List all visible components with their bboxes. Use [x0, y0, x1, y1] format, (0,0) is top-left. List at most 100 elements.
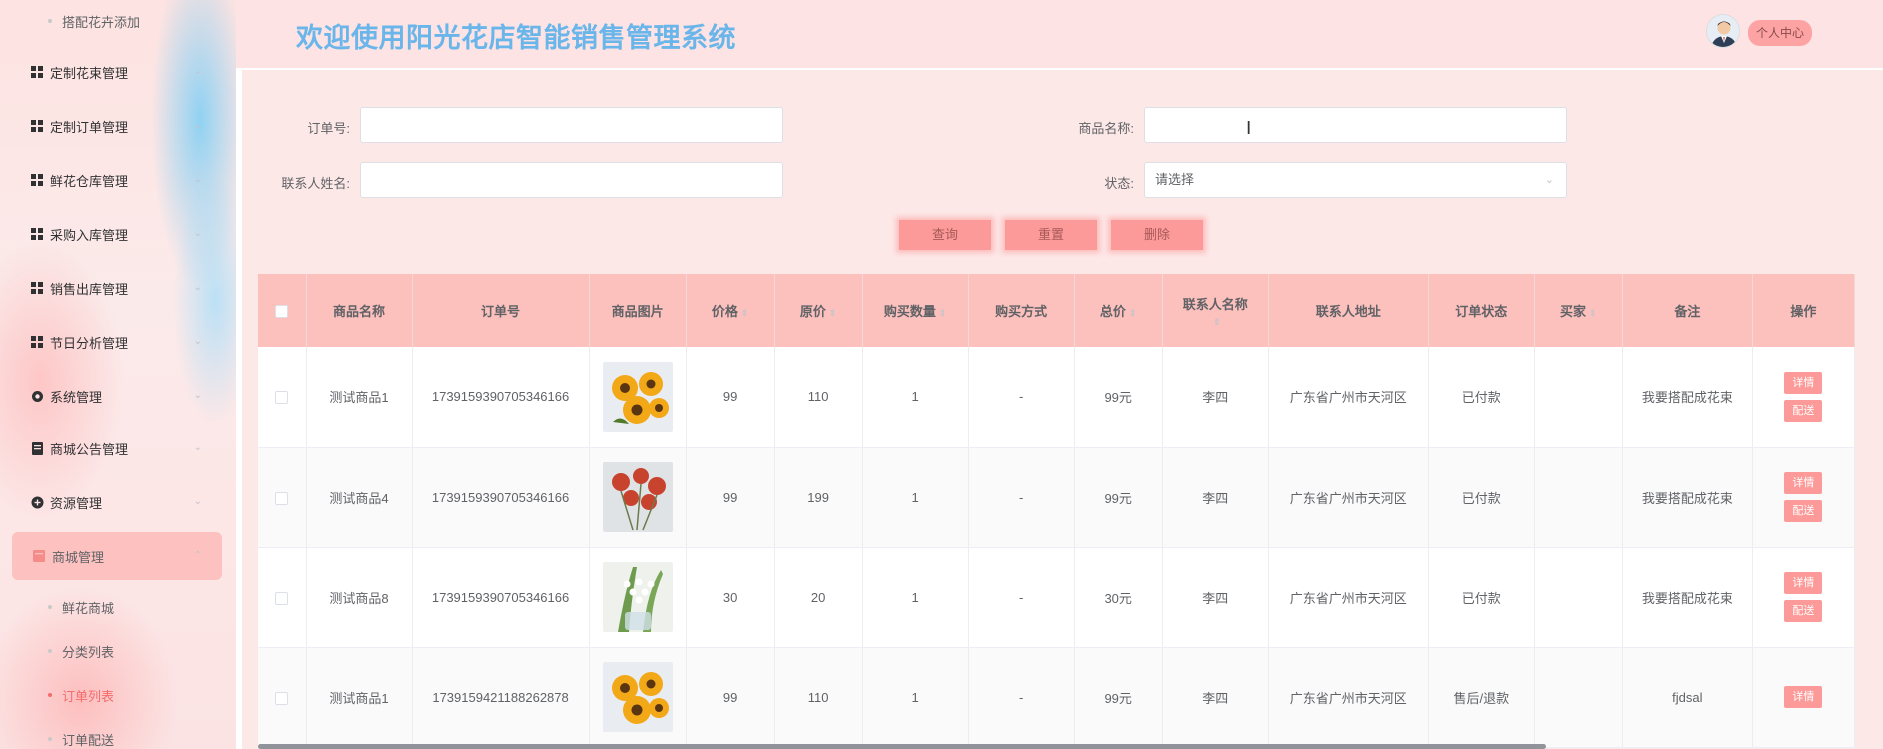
sidebar-subitem-label: 订单列表 — [62, 688, 115, 704]
lily-of-valley-image[interactable] — [602, 562, 673, 632]
chevron-down-icon: ⌄ — [193, 496, 202, 507]
cell-purchase-method: - — [968, 647, 1075, 748]
red-roses-image[interactable] — [602, 462, 673, 532]
sidebar-subitem-order-list[interactable]: 订单列表 — [0, 678, 236, 712]
cell-actions: 详情 配送 — [1752, 447, 1856, 548]
col-image: 商品图片 — [589, 274, 687, 347]
cell-order-no: 1739159390705346166 — [412, 447, 590, 548]
cell-purchase-method: - — [968, 347, 1075, 448]
cell-status: 已付款 — [1428, 447, 1535, 548]
cell-address: 广东省广州市天河区 — [1268, 547, 1429, 648]
avatar[interactable] — [1706, 14, 1740, 48]
sort-icon[interactable]: ⇕ — [939, 308, 947, 318]
col-original-price[interactable]: 原价 ⇕ — [774, 274, 863, 347]
grid-icon — [30, 119, 44, 133]
sidebar-item-sales-out[interactable]: 销售出库管理 ⌄ — [0, 268, 236, 308]
sidebar-item-label: 鲜花仓库管理 — [50, 173, 129, 189]
row-checkbox[interactable] — [275, 591, 289, 605]
col-quantity[interactable]: 购买数量 ⇕ — [862, 274, 969, 347]
ship-button[interactable]: 配送 — [1784, 500, 1823, 522]
plus-circle-icon — [30, 495, 44, 509]
col-total[interactable]: 总价 ⇕ — [1074, 274, 1163, 347]
product-name-input[interactable] — [1144, 107, 1567, 143]
sunflower-image[interactable] — [602, 361, 673, 432]
cell-actions: 详情 配送 — [1752, 347, 1856, 448]
contact-name-input[interactable] — [360, 162, 783, 198]
sidebar-subitem-flower-add[interactable]: 搭配花卉添加 — [0, 4, 236, 38]
sidebar-item-purchase[interactable]: 采购入库管理 ⌄ — [0, 214, 236, 254]
row-select-cell[interactable] — [258, 547, 307, 648]
detail-button[interactable]: 详情 — [1784, 371, 1823, 394]
ship-button[interactable]: 配送 — [1784, 600, 1823, 622]
chevron-down-icon: ⌄ — [193, 120, 202, 131]
status-select-value: 请选择 — [1155, 172, 1195, 187]
row-checkbox[interactable] — [275, 691, 289, 705]
sort-icon[interactable]: ⇕ — [741, 308, 749, 318]
row-select-cell[interactable] — [258, 347, 307, 448]
row-select-cell[interactable] — [258, 647, 307, 748]
sort-icon[interactable]: ⇕ — [1589, 308, 1597, 318]
sidebar-subitem-category-list[interactable]: 分类列表 — [0, 634, 236, 668]
order-table: 商品名称 订单号 商品图片 价格 ⇕ 原价 ⇕ 购买数量 ⇕ 购买方式 总价 ⇕ 联系人… — [258, 274, 1856, 748]
order-no-input[interactable] — [360, 107, 783, 143]
sidebar-item-resources[interactable]: 资源管理 ⌄ — [0, 482, 236, 522]
table-row: 测试商品1 1739159421188262878 99 110 1 - 99元… — [258, 647, 1856, 748]
detail-button[interactable]: 详情 — [1784, 686, 1823, 708]
sidebar-item-warehouse[interactable]: 鲜花仓库管理 ⌄ — [0, 160, 236, 200]
status-select[interactable]: 请选择 ⌄ — [1144, 162, 1567, 198]
cell-total: 30元 — [1074, 547, 1163, 648]
cell-original-price: 199 — [774, 447, 863, 548]
col-buyer-label: 买家 — [1560, 304, 1587, 319]
select-all-checkbox[interactable] — [275, 305, 289, 319]
row-select-cell[interactable] — [258, 447, 307, 548]
row-checkbox[interactable] — [275, 491, 289, 505]
sort-icon[interactable]: ⇕ — [1129, 308, 1137, 318]
grid-icon — [30, 227, 44, 241]
detail-button[interactable]: 详情 — [1784, 572, 1823, 594]
sidebar-item-holiday-analysis[interactable]: 节日分析管理 ⌄ — [0, 322, 236, 362]
sidebar-item-system[interactable]: 系统管理 ⌄ — [0, 376, 236, 416]
sidebar-subitem-order-delivery[interactable]: 订单配送 — [0, 722, 236, 749]
cell-contact-name: 李四 — [1162, 447, 1269, 548]
sidebar-item-custom-bouquet[interactable]: 定制花束管理 ⌄ — [0, 52, 236, 92]
sidebar-item-label: 节日分析管理 — [50, 335, 129, 351]
cell-original-price: 110 — [774, 647, 863, 748]
detail-button[interactable]: 详情 — [1784, 472, 1823, 494]
cell-product-name: 测试商品4 — [306, 447, 413, 548]
ship-button[interactable]: 配送 — [1784, 399, 1823, 422]
sort-icon[interactable]: ⇕ — [829, 308, 837, 318]
query-button[interactable]: 查询 — [899, 220, 991, 250]
cell-price: 99 — [686, 347, 775, 448]
col-remark: 备注 — [1622, 274, 1753, 347]
chevron-down-icon: ⌄ — [193, 228, 202, 239]
col-buyer[interactable]: 买家 ⇕ — [1534, 274, 1623, 347]
reset-button[interactable]: 重置 — [1005, 220, 1097, 250]
col-price[interactable]: 价格 ⇕ — [686, 274, 775, 347]
text-cursor-icon: I — [1246, 118, 1252, 139]
profile-center-button[interactable]: 个人中心 — [1748, 20, 1813, 46]
row-checkbox[interactable] — [275, 391, 289, 405]
sidebar-item-custom-order[interactable]: 定制订单管理 ⌄ — [0, 106, 236, 146]
cell-price: 99 — [686, 447, 775, 548]
sidebar-subitem-flower-shop[interactable]: 鲜花商城 — [0, 590, 236, 624]
product-name-label: 商品名称: — [1078, 121, 1134, 136]
sidebar-subitem-label: 搭配花卉添加 — [62, 14, 141, 30]
cell-quantity: 1 — [862, 647, 969, 748]
cell-remark: fjdsal — [1622, 647, 1753, 748]
col-contact-name[interactable]: 联系人名称 ⇕ — [1162, 274, 1269, 347]
cell-status: 已付款 — [1428, 547, 1535, 648]
chevron-down-icon: ⌄ — [193, 390, 202, 401]
sort-icon[interactable]: ⇕ — [1213, 317, 1221, 327]
sunflower-image[interactable] — [602, 662, 673, 732]
chevron-up-icon: ⌃ — [193, 550, 202, 561]
table-header-row: 商品名称 订单号 商品图片 价格 ⇕ 原价 ⇕ 购买数量 ⇕ 购买方式 总价 ⇕ 联系人… — [258, 274, 1856, 347]
sidebar-item-shop-management[interactable]: 商城管理 ⌃ — [12, 532, 222, 580]
select-all-cell[interactable] — [258, 274, 307, 347]
cell-original-price: 20 — [774, 547, 863, 648]
cell-buyer — [1534, 647, 1623, 748]
sidebar-item-announcement[interactable]: 商城公告管理 ⌄ — [0, 428, 236, 468]
horizontal-scrollbar[interactable] — [258, 744, 1546, 749]
cell-order-no: 1739159421188262878 — [412, 647, 590, 748]
delete-button[interactable]: 删除 — [1111, 220, 1203, 250]
cell-price: 99 — [686, 647, 775, 748]
